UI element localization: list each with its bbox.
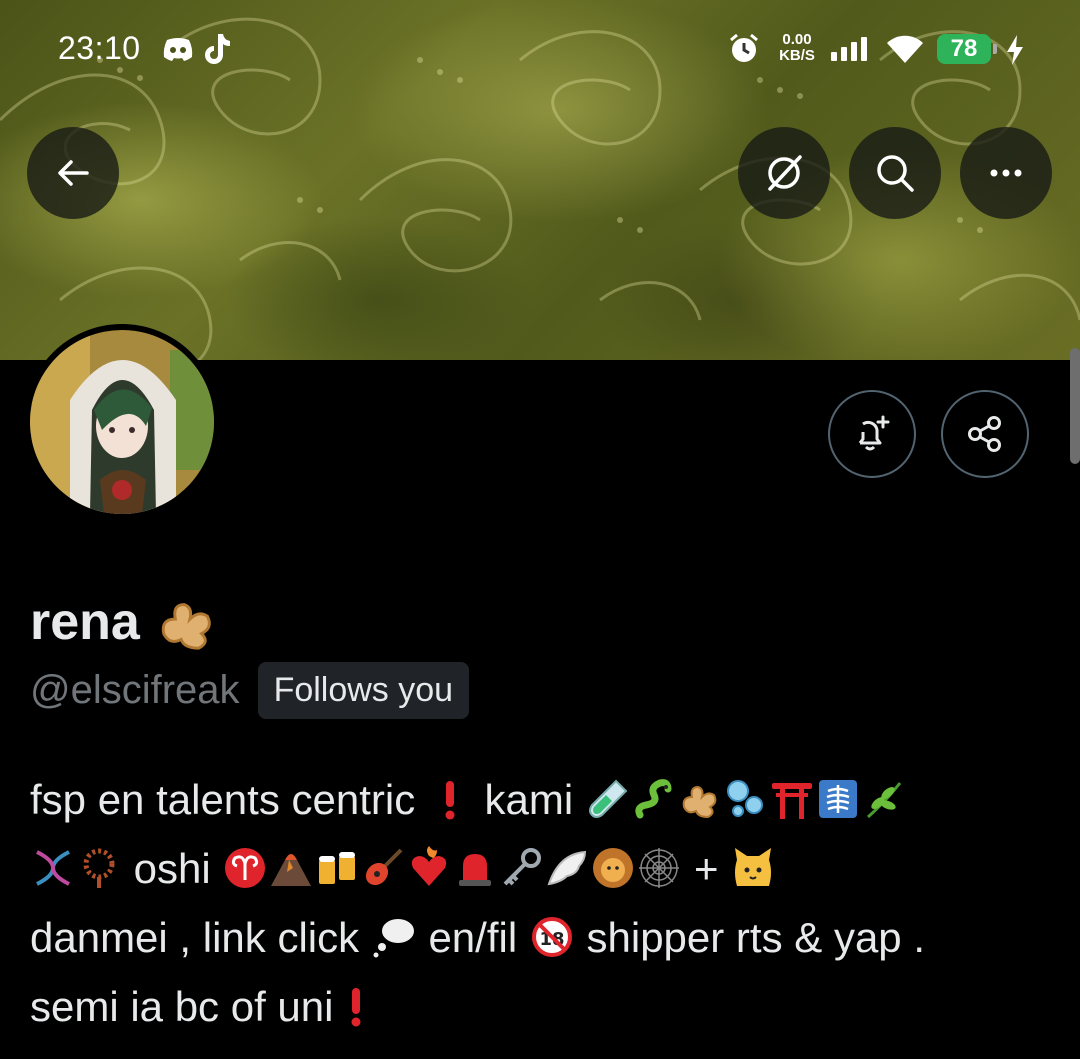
dna-emoji-icon [31, 846, 75, 890]
search-button[interactable] [849, 127, 941, 219]
siren-emoji-icon [453, 846, 497, 890]
share-button[interactable] [941, 390, 1029, 478]
no-under-18-emoji-icon: 18 [530, 915, 574, 959]
network-speed: 0.00 KB/S [779, 31, 815, 64]
thought-balloon-emoji-icon [372, 915, 416, 959]
ginger-emoji-icon [678, 777, 722, 821]
cat-face-emoji-icon [731, 846, 775, 890]
snake-emoji-icon [632, 777, 676, 821]
grok-icon [768, 155, 802, 191]
spider-web-emoji-icon [637, 846, 681, 890]
wing-emoji-icon [545, 846, 589, 890]
herb-emoji-icon [862, 777, 906, 821]
ginger-emoji-icon [155, 590, 219, 654]
user-handle: @elscifreak [30, 668, 240, 712]
avatar[interactable] [24, 324, 220, 520]
volcano-emoji-icon [269, 846, 313, 890]
profile-bio: fsp en talents centric kami oshi + danme… [30, 776, 925, 1030]
arrow-left-icon [58, 160, 89, 186]
notifications-button[interactable] [828, 390, 916, 478]
prayer-beads-emoji-icon [77, 846, 121, 890]
aries-emoji-icon [223, 846, 267, 890]
more-options-button[interactable] [960, 127, 1052, 219]
charging-icon [1004, 34, 1026, 71]
follows-you-badge: Follows you [257, 662, 470, 719]
wifi-icon [886, 34, 924, 69]
alarm-icon [728, 32, 760, 71]
heart-on-fire-emoji-icon [407, 846, 451, 890]
beer-mugs-emoji-icon [315, 846, 359, 890]
signal-icon [830, 36, 870, 67]
bubbles-emoji-icon [724, 777, 768, 821]
discord-icon [162, 36, 194, 67]
display-name-row: rena [30, 590, 220, 654]
exclamation-emoji-icon [334, 984, 378, 1028]
share-icon [968, 416, 1001, 452]
more-icon [990, 169, 1022, 177]
status-bar: 23:10 0.00 KB/S 78 [0, 0, 1080, 100]
x-ray-emoji-icon [816, 777, 860, 821]
tiktok-icon [202, 32, 232, 71]
guitar-emoji-icon [361, 846, 405, 890]
handle-row: @elscifreak Follows you [30, 662, 470, 719]
back-button[interactable] [27, 127, 119, 219]
scrollbar[interactable] [1070, 348, 1080, 464]
battery-indicator: 78 [937, 34, 997, 64]
lion-emoji-icon [591, 846, 635, 890]
display-name: rena [30, 593, 140, 651]
test-tube-emoji-icon [586, 777, 630, 821]
notification-bell-add-icon [858, 415, 890, 451]
torii-gate-emoji-icon [770, 777, 814, 821]
old-key-emoji-icon [499, 846, 543, 890]
search-icon [877, 155, 914, 192]
exclamation-emoji-icon [428, 777, 472, 821]
grok-button[interactable] [738, 127, 830, 219]
avatar-image [30, 330, 214, 514]
status-time: 23:10 [58, 30, 141, 66]
